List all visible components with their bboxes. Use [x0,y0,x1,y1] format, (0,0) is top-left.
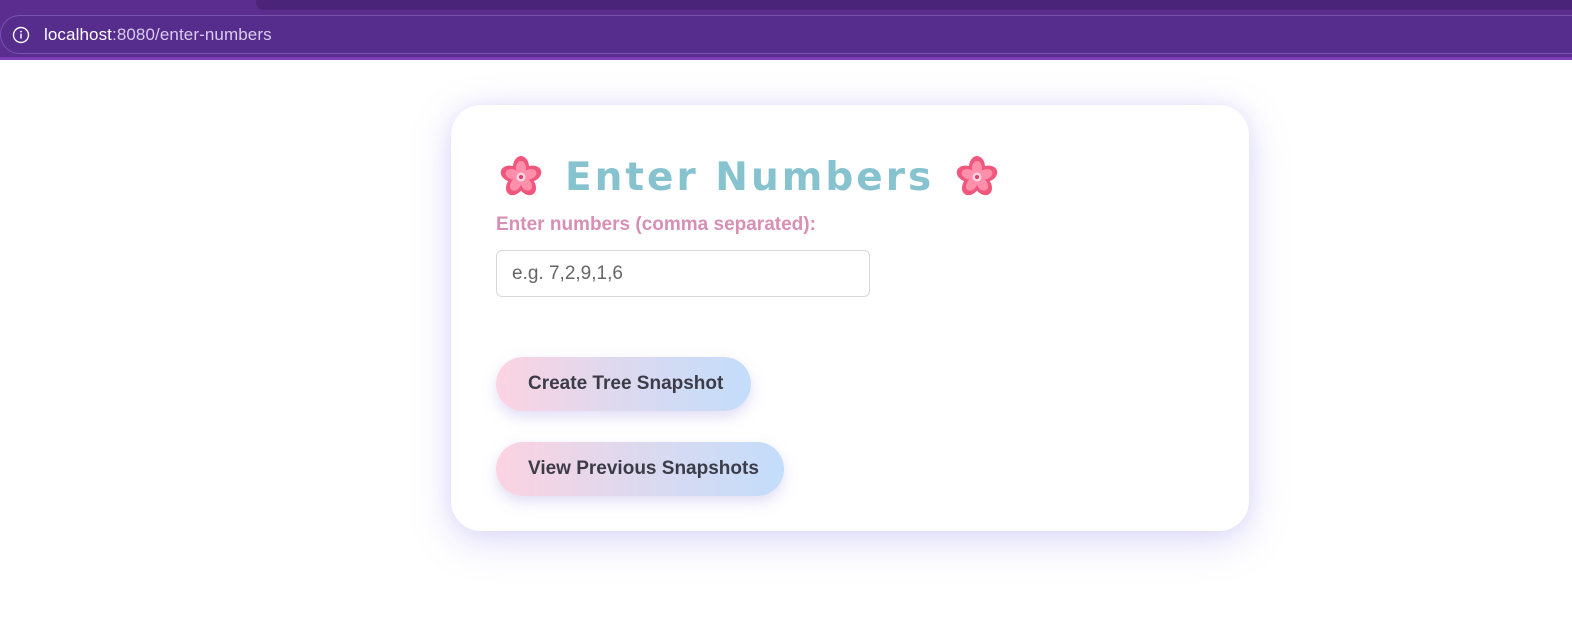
enter-numbers-card: Enter Numbers Enter numbers (comma separ… [451,105,1249,531]
url-text[interactable]: localhost:8080/enter-numbers [44,25,272,45]
address-bar[interactable]: localhost:8080/enter-numbers [0,15,1572,54]
title-row: Enter Numbers [499,149,999,205]
browser-chrome: localhost:8080/enter-numbers [0,0,1572,60]
url-host: localhost [44,24,112,44]
info-circle-icon[interactable] [12,26,30,44]
page-title: Enter Numbers [565,154,935,200]
numbers-label: Enter numbers (comma separated): [496,214,816,235]
cherry-blossom-icon [955,155,999,199]
chrome-divider [0,57,1572,60]
view-previous-snapshots-button[interactable]: View Previous Snapshots [496,442,784,496]
tab-strip [256,0,1572,10]
numbers-input[interactable] [496,250,870,297]
cherry-blossom-icon [499,155,543,199]
create-tree-snapshot-button[interactable]: Create Tree Snapshot [496,357,751,411]
url-path: :8080/enter-numbers [112,24,272,44]
